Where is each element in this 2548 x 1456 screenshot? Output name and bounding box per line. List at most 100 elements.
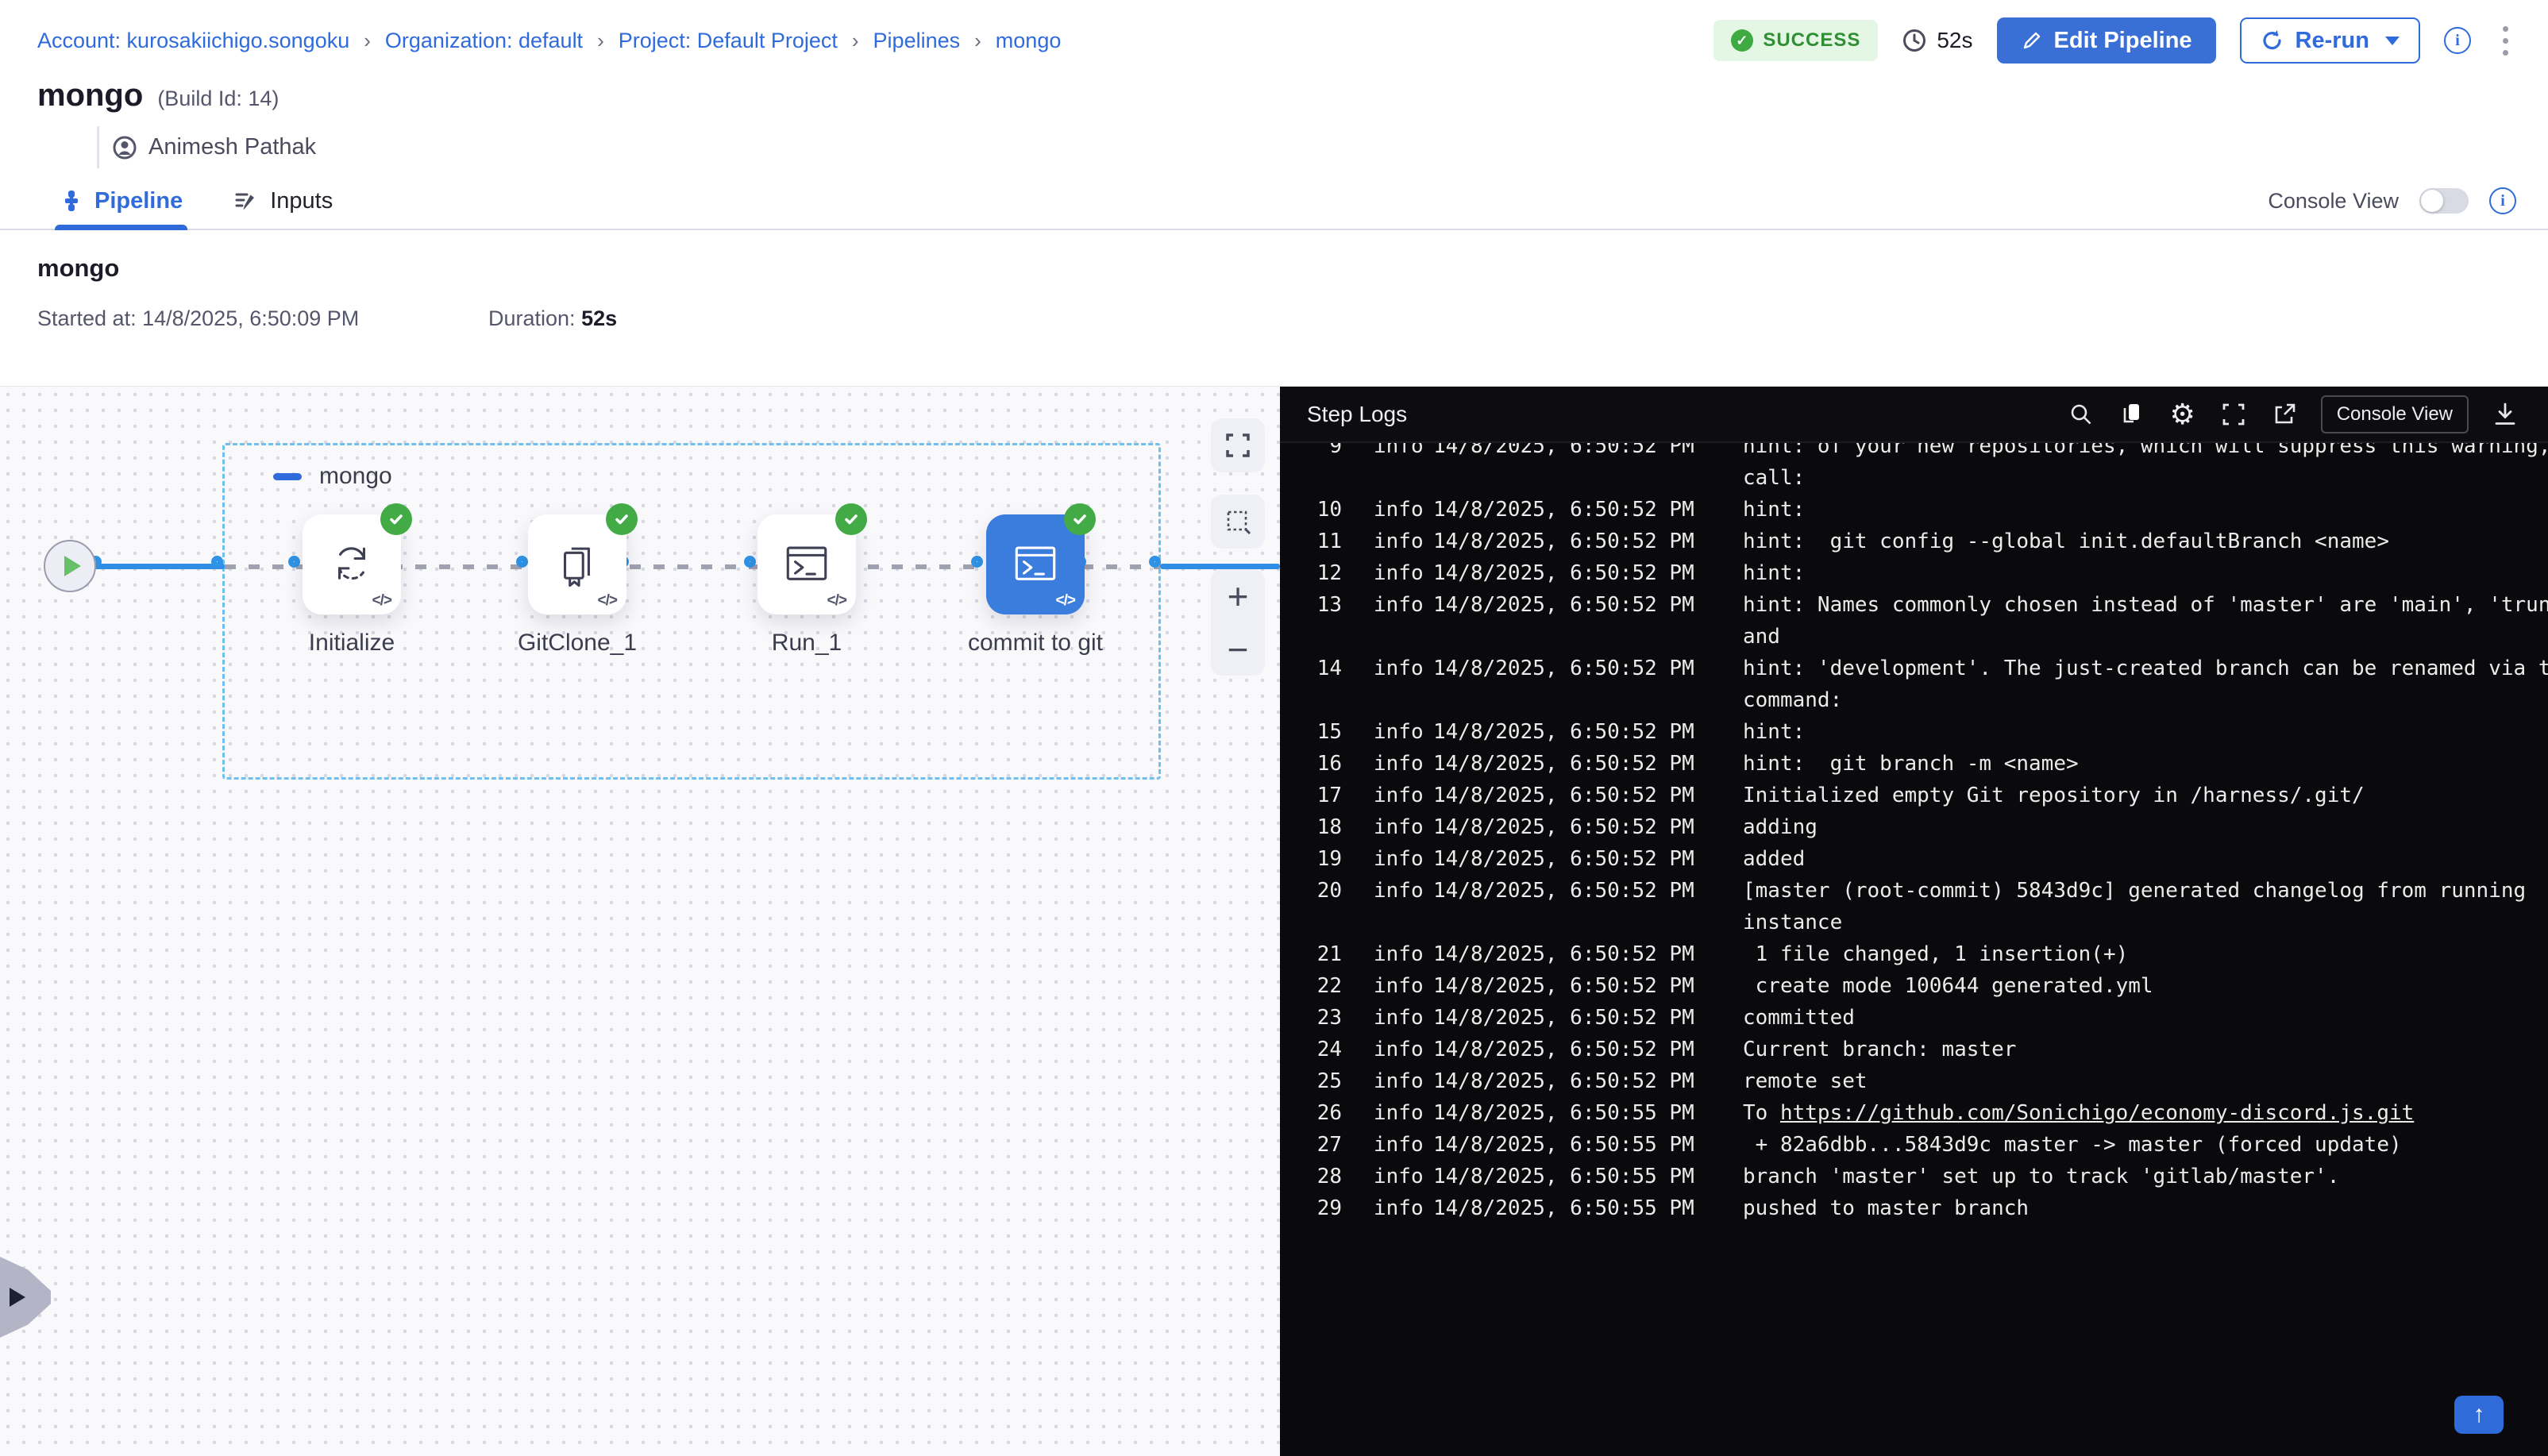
collapse-stage-icon[interactable] <box>273 473 302 480</box>
top-header: Account: kurosakiichigo.songoku › Organi… <box>0 0 2548 168</box>
pipeline-start-node[interactable] <box>44 540 96 592</box>
breadcrumb-separator: › <box>852 29 859 53</box>
rerun-button[interactable]: Re-run <box>2240 17 2420 64</box>
log-level: info <box>1342 589 1433 621</box>
log-line-number: 17 <box>1280 780 1342 811</box>
log-row: 24info14/8/2025, 6:50:52 PMCurrent branc… <box>1280 1034 2548 1065</box>
fullscreen-icon[interactable] <box>2219 400 2248 429</box>
log-timestamp: 14/8/2025, 6:50:52 PM <box>1433 970 1773 1002</box>
log-row-continuation: call: <box>1280 462 2548 494</box>
info-icon[interactable]: i <box>2444 27 2471 54</box>
log-message: added <box>1743 843 1805 875</box>
log-timestamp: 14/8/2025, 6:50:52 PM <box>1433 843 1773 875</box>
code-icon: </> <box>372 592 391 610</box>
log-timestamp: 14/8/2025, 6:50:52 PM <box>1433 589 1773 621</box>
step-node-commit-to-git[interactable]: </> <box>986 514 1085 614</box>
log-row: 12info14/8/2025, 6:50:52 PMhint: <box>1280 557 2548 589</box>
pipeline-canvas[interactable]: mongo <box>0 387 1280 1456</box>
log-row: 11info14/8/2025, 6:50:52 PMhint: git con… <box>1280 526 2548 557</box>
external-link-icon[interactable] <box>2270 400 2299 429</box>
step-node-initialize[interactable]: </> <box>303 514 401 614</box>
breadcrumb-pipelines[interactable]: Pipelines <box>873 29 961 53</box>
build-id: (Build Id: 14) <box>157 87 279 111</box>
log-row-continuation: instance <box>1280 907 2548 938</box>
git-clone-icon <box>551 537 603 590</box>
log-line-number: 24 <box>1280 1034 1342 1065</box>
canvas-fullscreen-button[interactable] <box>1211 418 1265 472</box>
log-level: info <box>1342 938 1433 970</box>
log-link[interactable]: https://github.com/Sonichigo/economy-dis… <box>1780 1101 2414 1125</box>
log-row: 26info14/8/2025, 6:50:55 PMTo https://gi… <box>1280 1097 2548 1129</box>
download-icon[interactable] <box>2491 400 2519 429</box>
stage-name: mongo <box>319 463 392 490</box>
copy-icon[interactable] <box>2118 400 2146 429</box>
step-label-run: Run_1 <box>680 630 934 657</box>
log-row: 25info14/8/2025, 6:50:52 PMremote set <box>1280 1065 2548 1097</box>
log-output[interactable]: 9info14/8/2025, 6:50:52 PMhint: of your … <box>1280 443 2548 1456</box>
log-row: 29info14/8/2025, 6:50:55 PMpushed to mas… <box>1280 1192 2548 1224</box>
log-timestamp: 14/8/2025, 6:50:52 PM <box>1433 716 1773 748</box>
breadcrumb-organization[interactable]: Organization: default <box>385 29 583 53</box>
log-level: info <box>1342 1161 1433 1192</box>
log-timestamp: 14/8/2025, 6:50:52 PM <box>1433 748 1773 780</box>
log-message: pushed to master branch <box>1743 1192 2029 1224</box>
log-timestamp: 14/8/2025, 6:50:55 PM <box>1433 1129 1773 1161</box>
log-row: 17info14/8/2025, 6:50:52 PMInitialized e… <box>1280 780 2548 811</box>
author-row: Animesh Pathak <box>97 126 2516 168</box>
search-icon[interactable] <box>2067 400 2095 429</box>
breadcrumb-project[interactable]: Project: Default Project <box>619 29 838 53</box>
scroll-to-top-button[interactable]: ↑ <box>2454 1396 2504 1434</box>
log-message: hint: of your new repositories, which wi… <box>1743 443 2548 462</box>
expand-panel-handle[interactable] <box>0 1257 51 1338</box>
log-line-number: 9 <box>1280 443 1342 462</box>
edit-pipeline-button[interactable]: Edit Pipeline <box>1997 17 2216 64</box>
log-timestamp: 14/8/2025, 6:50:52 PM <box>1433 811 1773 843</box>
code-icon: </> <box>598 592 617 610</box>
more-options-menu[interactable] <box>2495 23 2516 59</box>
sync-icon <box>326 537 378 590</box>
breadcrumb-account[interactable]: Account: kurosakiichigo.songoku <box>37 29 349 53</box>
log-timestamp: 14/8/2025, 6:50:52 PM <box>1433 494 1773 526</box>
log-line-number: 21 <box>1280 938 1342 970</box>
log-row: 15info14/8/2025, 6:50:52 PMhint: <box>1280 716 2548 748</box>
log-row: 16info14/8/2025, 6:50:52 PMhint: git bra… <box>1280 748 2548 780</box>
console-view-info-icon[interactable]: i <box>2489 187 2516 214</box>
gear-icon[interactable]: ⚙ <box>2168 400 2197 429</box>
log-timestamp: 14/8/2025, 6:50:52 PM <box>1433 443 1773 462</box>
canvas-selection-button[interactable] <box>1211 495 1265 549</box>
log-level <box>1342 621 1433 653</box>
page-title: mongo <box>37 78 143 114</box>
log-level: info <box>1342 653 1433 684</box>
tab-inputs[interactable]: Inputs <box>233 173 333 229</box>
log-row: 22info14/8/2025, 6:50:52 PM create mode … <box>1280 970 2548 1002</box>
flow-port <box>744 556 756 568</box>
flow-port <box>288 556 300 568</box>
step-node-gitclone[interactable]: </> <box>528 514 626 614</box>
play-icon <box>64 556 81 576</box>
console-view-button[interactable]: Console View <box>2321 395 2469 433</box>
step-label-gitclone: GitClone_1 <box>450 630 704 657</box>
log-message: adding <box>1743 811 1818 843</box>
step-node-run[interactable]: </> <box>757 514 856 614</box>
log-timestamp: 14/8/2025, 6:50:52 PM <box>1433 1002 1773 1034</box>
flow-port <box>1149 556 1161 568</box>
log-level: info <box>1342 1065 1433 1097</box>
log-level: info <box>1342 716 1433 748</box>
zoom-in-button[interactable]: + <box>1228 578 1249 614</box>
refresh-icon <box>2261 29 2284 52</box>
log-message: branch 'master' set up to track 'gitlab/… <box>1743 1161 2339 1192</box>
breadcrumb-current[interactable]: mongo <box>996 29 1062 53</box>
terminal-icon <box>1009 537 1062 590</box>
log-row: 27info14/8/2025, 6:50:55 PM + 82a6dbb...… <box>1280 1129 2548 1161</box>
zoom-out-button[interactable]: − <box>1228 631 1249 668</box>
log-line-number: 13 <box>1280 589 1342 621</box>
console-view-toggle[interactable] <box>2419 188 2469 214</box>
log-level: info <box>1342 526 1433 557</box>
tab-pipeline[interactable]: Pipeline <box>60 173 183 229</box>
log-timestamp: 14/8/2025, 6:50:52 PM <box>1433 526 1773 557</box>
log-line-number: 25 <box>1280 1065 1342 1097</box>
log-line-number: 19 <box>1280 843 1342 875</box>
log-timestamp <box>1433 462 1773 494</box>
pipeline-execution-page: Account: kurosakiichigo.songoku › Organi… <box>0 0 2548 1456</box>
step-logs-panel: Step Logs ⚙ Console View <box>1280 387 2548 1456</box>
